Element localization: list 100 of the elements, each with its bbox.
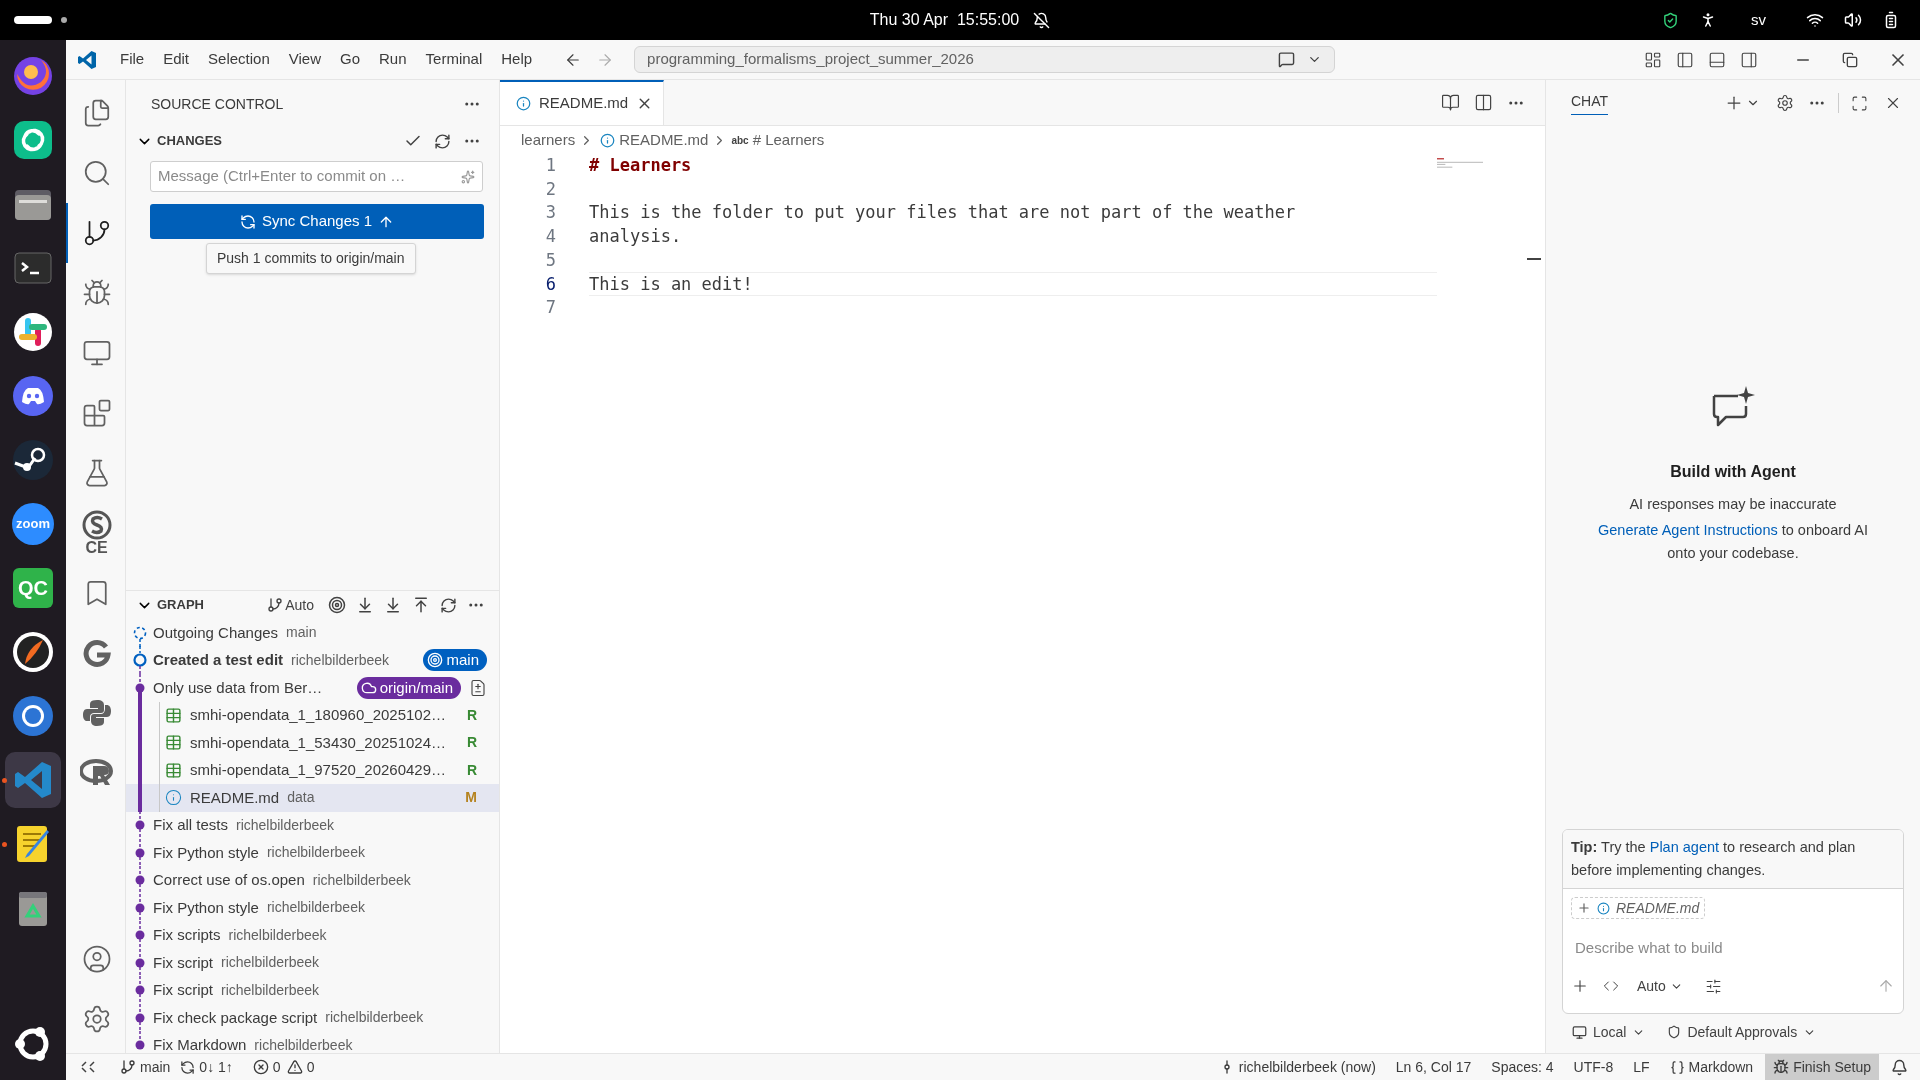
- commit-message: Created a test edit: [153, 650, 284, 670]
- refresh-icon[interactable]: [440, 596, 457, 614]
- info-icon: [600, 132, 616, 148]
- commit-author: richelbilderbeek: [312, 870, 411, 890]
- changed-file-row[interactable]: smhi-opendata_1_180960_2025102… R: [126, 701, 499, 729]
- breadcrumb-item[interactable]: README.md: [619, 128, 709, 152]
- toggle-secondary-sidebar-icon[interactable]: [1740, 50, 1758, 69]
- breadcrumb-item[interactable]: learners: [521, 128, 576, 152]
- approvals-picker[interactable]: Default Approvals: [1667, 1021, 1817, 1043]
- pull-icon[interactable]: [384, 596, 402, 614]
- file-diff-icon: [469, 678, 487, 697]
- indentation-status[interactable]: Spaces: 4: [1491, 1056, 1554, 1078]
- info-icon: [516, 96, 531, 111]
- menu-item[interactable]: Terminal: [417, 48, 491, 71]
- file-status: R: [466, 760, 477, 780]
- table-icon: [165, 706, 182, 724]
- workspace-indicator-icon[interactable]: [14, 15, 70, 25]
- add-context-icon[interactable]: [1571, 977, 1589, 995]
- clock[interactable]: Thu 30 Apr 15:55:00: [869, 8, 1020, 32]
- line-number: 6: [544, 272, 556, 296]
- code-icon[interactable]: [1603, 978, 1619, 994]
- symbol-icon: abc: [731, 132, 749, 148]
- file-status: M: [465, 788, 477, 808]
- graph-mode-button[interactable]: Auto: [267, 594, 314, 616]
- commit-message: Fix script: [153, 952, 213, 973]
- breadcrumb-item[interactable]: # Learners: [752, 128, 825, 152]
- layout-icon[interactable]: [1644, 50, 1662, 69]
- monitor-icon: [1572, 1024, 1587, 1040]
- encoding-status[interactable]: UTF-8: [1573, 1056, 1614, 1078]
- menu-item[interactable]: View: [280, 48, 329, 71]
- language-status[interactable]: Markdown: [1669, 1056, 1754, 1078]
- bell-off-icon: [1033, 11, 1051, 29]
- preview-icon[interactable]: [1441, 93, 1460, 112]
- chat-tab[interactable]: CHAT: [1571, 91, 1609, 115]
- branch-badge: origin/main: [356, 676, 461, 699]
- notifications-icon[interactable]: [1891, 1058, 1908, 1076]
- tools-icon[interactable]: [1704, 977, 1722, 995]
- restore-icon[interactable]: [1842, 51, 1858, 68]
- changed-file-row[interactable]: README.md data M: [126, 784, 499, 812]
- code-line: analysis.: [589, 225, 682, 249]
- blame-status[interactable]: richelbilderbeek (now): [1218, 1056, 1376, 1078]
- editor-tab[interactable]: README.md: [500, 80, 665, 125]
- problems-status[interactable]: 0 0: [252, 1056, 315, 1078]
- file-folder: data: [287, 788, 315, 808]
- cursor-marker: [1527, 258, 1541, 260]
- menu-item[interactable]: Selection: [200, 48, 278, 71]
- commit-message: Fix check package script: [153, 1007, 318, 1028]
- push-icon[interactable]: [412, 596, 430, 614]
- commit-author: richelbilderbeek: [221, 980, 320, 1000]
- refresh-icon[interactable]: [434, 132, 451, 150]
- empty-state-heading: Build with Agent: [1670, 462, 1796, 482]
- commit-message: Fix Python style: [153, 842, 259, 863]
- menu-item[interactable]: Go: [332, 48, 368, 71]
- target-icon[interactable]: [328, 596, 346, 614]
- settings-icon[interactable]: [1776, 94, 1794, 112]
- menu-item[interactable]: Help: [493, 48, 541, 71]
- warning-icon: [286, 1059, 303, 1075]
- commit-message: Fix scripts: [153, 925, 221, 945]
- menu-item[interactable]: Run: [371, 48, 415, 71]
- target-icon: [427, 652, 444, 669]
- sync-changes-button[interactable]: Sync Changes 1: [150, 204, 484, 239]
- braces-icon: [1669, 1059, 1685, 1075]
- shield-icon: [1667, 1025, 1682, 1039]
- commit-message: Fix script: [153, 980, 213, 1000]
- chat-input-field[interactable]: Describe what to build: [1571, 933, 1895, 961]
- commit-message-field[interactable]: Message (Ctrl+Enter to commit on …: [150, 161, 483, 192]
- split-editor-icon[interactable]: [1474, 93, 1493, 112]
- command-center[interactable]: programming_formalisms_project_summer_2026: [634, 46, 1336, 73]
- line-number: 4: [544, 225, 556, 249]
- keyboard-layout[interactable]: sv: [1751, 8, 1766, 32]
- branch-status[interactable]: main: [120, 1056, 171, 1078]
- shield-icon: [1662, 11, 1679, 29]
- sync-status[interactable]: 0↓ 1↑: [180, 1056, 233, 1078]
- toggle-sidebar-icon[interactable]: [1676, 50, 1694, 69]
- menu-item[interactable]: Edit: [155, 48, 198, 71]
- volume-icon: [1844, 11, 1862, 29]
- commit-author: main: [286, 623, 317, 643]
- fetch-icon[interactable]: [356, 596, 374, 614]
- location-picker[interactable]: Local: [1572, 1021, 1646, 1043]
- menu-item[interactable]: File: [112, 48, 153, 71]
- line-ending-status[interactable]: LF: [1633, 1056, 1650, 1078]
- changed-file-row[interactable]: smhi-opendata_1_53430_20251024… R: [126, 729, 499, 757]
- error-icon: [252, 1059, 269, 1075]
- code-editor-icon[interactable]: [5, 752, 61, 808]
- sparkle-icon[interactable]: [461, 169, 475, 184]
- maximize-icon[interactable]: [1851, 94, 1868, 112]
- generate-instructions-link[interactable]: Generate Agent Instructions: [1597, 521, 1778, 538]
- line-number: 7: [544, 296, 556, 320]
- toggle-panel-icon[interactable]: [1708, 50, 1726, 69]
- file-name: smhi-opendata_1_180960_2025102…: [190, 705, 447, 725]
- commit-author: richelbilderbeek: [228, 925, 327, 945]
- section-title: GRAPH: [157, 596, 204, 615]
- sonar-tab[interactable]: CE: [66, 503, 125, 563]
- cursor-position[interactable]: Ln 6, Col 17: [1395, 1056, 1472, 1078]
- finish-setup-button[interactable]: Finish Setup: [1765, 1054, 1879, 1080]
- commit-author: richelbilderbeek: [266, 843, 365, 863]
- model-picker[interactable]: Auto: [1637, 975, 1683, 997]
- attachment-chip[interactable]: README.md: [1571, 897, 1706, 919]
- plan-agent-link[interactable]: Plan agent: [1649, 839, 1720, 855]
- bug-icon: [1773, 1059, 1790, 1075]
